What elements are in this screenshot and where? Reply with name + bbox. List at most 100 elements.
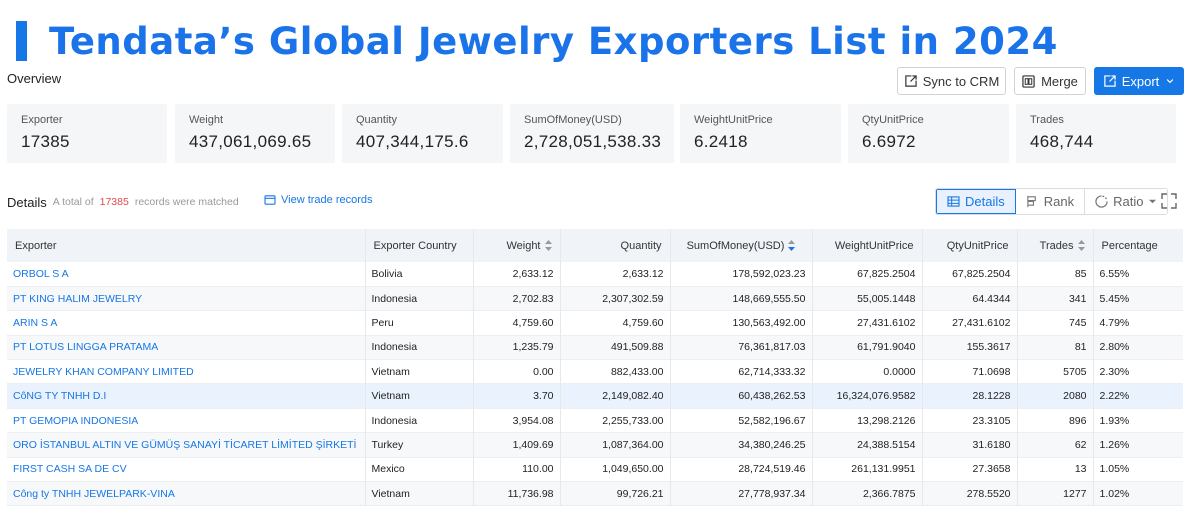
col-qty-unit-price: QtyUnitPrice: [922, 229, 1018, 262]
export-icon: [1103, 74, 1116, 87]
rank-icon: [1027, 195, 1036, 208]
overview-label: Overview: [7, 71, 62, 86]
weight-cell: 3,954.08: [473, 408, 561, 433]
trades-cell: 341: [1017, 286, 1094, 311]
exporter-name-link[interactable]: CôNG TY TNHH D.I: [7, 383, 366, 409]
stat-label: Exporter: [21, 114, 63, 126]
weight-cell: 110.00: [473, 457, 561, 482]
table-row[interactable]: ARIN S A Peru 4,759.60 4,759.60 130,563,492.…: [7, 310, 1183, 336]
sum-of-money-cell: 60,438,262.53: [670, 383, 813, 409]
exporter-name-link[interactable]: FIRST CASH SA DE CV: [7, 457, 366, 482]
quantity-cell: 99,726.21: [560, 481, 671, 506]
trades-cell: 62: [1017, 432, 1094, 458]
trades-cell: 745: [1017, 310, 1094, 336]
quantity-cell: 2,633.12: [560, 262, 671, 287]
sort-icon: [1077, 240, 1085, 252]
stat-label: QtyUnitPrice: [862, 114, 924, 126]
trades-cell: 81: [1017, 335, 1094, 360]
qty-unit-price-cell: 155.3617: [922, 335, 1018, 360]
table-row[interactable]: JEWELRY KHAN COMPANY LIMITED Vietnam 0.00 8…: [7, 359, 1183, 384]
country-cell: Peru: [365, 310, 474, 336]
trades-cell: 85: [1017, 262, 1094, 287]
stat-value: 6.6972: [862, 132, 916, 151]
table-icon: [947, 196, 960, 207]
merge-button[interactable]: Merge: [1014, 67, 1086, 95]
table-row[interactable]: Công ty TNHH JEWELPARK-VINA Vietnam 11,736…: [7, 481, 1183, 506]
stat-card-quantity: Quantity 407,344,175.6: [342, 104, 503, 163]
tab-ratio[interactable]: Ratio: [1085, 189, 1168, 214]
exporter-name-link[interactable]: PT GEMOPIA INDONESIA: [7, 408, 366, 433]
stat-value: 2,728,051,538.33: [524, 132, 662, 151]
country-cell: Mexico: [365, 457, 474, 482]
tab-rank[interactable]: Rank: [1015, 189, 1086, 214]
table-row[interactable]: ORO İSTANBUL ALTIN VE GÜMÜŞ SANAYİ TİCAR…: [7, 432, 1183, 458]
sync-icon: [904, 74, 917, 87]
weight-cell: 1,235.79: [473, 335, 561, 360]
stat-card-sum-of-money: SumOfMoney(USD) 2,728,051,538.33: [510, 104, 674, 163]
exporter-name-link[interactable]: ORO İSTANBUL ALTIN VE GÜMÜŞ SANAYİ TİCAR…: [7, 432, 366, 458]
stat-value: 6.2418: [694, 132, 748, 151]
tab-details[interactable]: Details: [936, 189, 1016, 214]
sum-of-money-cell: 148,669,555.50: [670, 286, 813, 311]
quantity-cell: 2,307,302.59: [560, 286, 671, 311]
view-trade-records-link[interactable]: View trade records: [264, 194, 373, 206]
table-row[interactable]: CôNG TY TNHH D.I Vietnam 3.70 2,149,082.40 6…: [7, 383, 1183, 409]
table-row[interactable]: FIRST CASH SA DE CV Mexico 110.00 1,049,650…: [7, 457, 1183, 482]
col-sum-of-money[interactable]: SumOfMoney(USD): [670, 229, 813, 262]
sort-icon: [544, 240, 552, 252]
percentage-cell: 1.02%: [1099, 487, 1130, 500]
view-trade-records-label: View trade records: [281, 194, 373, 206]
country-cell: Vietnam: [365, 383, 474, 409]
weight-cell: 2,633.12: [473, 262, 561, 287]
sync-to-crm-button[interactable]: Sync to CRM: [897, 67, 1006, 95]
table-row[interactable]: PT KING HALIM JEWELRY Indonesia 2,702.83 2,…: [7, 286, 1183, 311]
exporter-name-link[interactable]: PT KING HALIM JEWELRY: [7, 286, 366, 311]
stat-card-trades: Trades 468,744: [1016, 104, 1176, 163]
weight-unit-price-cell: 24,388.5154: [812, 432, 923, 458]
tab-details-label: Details: [965, 194, 1005, 209]
percentage-cell: 6.55%: [1099, 267, 1130, 280]
exporter-name-link[interactable]: JEWELRY KHAN COMPANY LIMITED: [7, 359, 366, 384]
col-weight[interactable]: Weight: [473, 229, 561, 262]
sum-of-money-cell: 27,778,937.34: [670, 481, 813, 506]
stat-label: WeightUnitPrice: [694, 114, 773, 126]
exporter-name-link[interactable]: ARIN S A: [7, 310, 366, 336]
stat-label: Weight: [189, 114, 224, 126]
weight-unit-price-cell: 27,431.6102: [812, 310, 923, 336]
records-count: 17385: [99, 196, 129, 208]
merge-icon: [1022, 74, 1035, 88]
caret-down-icon: [1149, 199, 1157, 204]
exporters-table: Exporter Exporter Country Weight Quantit…: [7, 229, 1183, 506]
weight-cell: 0.00: [473, 359, 561, 384]
table-row[interactable]: ORBOL S A Bolivia 2,633.12 2,633.12 178,592,…: [7, 262, 1183, 287]
qty-unit-price-cell: 27,431.6102: [922, 310, 1018, 336]
table-row[interactable]: PT GEMOPIA INDONESIA Indonesia 3,954.08 2,2…: [7, 408, 1183, 433]
stat-value: 17385: [21, 132, 70, 151]
chevron-down-icon: [1167, 79, 1174, 84]
view-switcher: Details Rank Ratio: [935, 188, 1169, 215]
exporter-name-link[interactable]: PT LOTUS LINGGA PRATAMA: [7, 335, 366, 360]
stat-label: Quantity: [356, 114, 397, 126]
percentage-cell: 2.22%: [1099, 390, 1130, 403]
qty-unit-price-cell: 67,825.2504: [922, 262, 1018, 287]
export-button[interactable]: Export: [1094, 67, 1184, 95]
weight-unit-price-cell: 2,366.7875: [812, 481, 923, 506]
sum-of-money-cell: 52,582,196.67: [670, 408, 813, 433]
trades-cell: 896: [1017, 408, 1094, 433]
col-trades[interactable]: Trades: [1017, 229, 1094, 262]
exporter-name-link[interactable]: Công ty TNHH JEWELPARK-VINA: [7, 481, 366, 506]
qty-unit-price-cell: 28.1228: [922, 383, 1018, 409]
table-row[interactable]: PT LOTUS LINGGA PRATAMA Indonesia 1,235.79…: [7, 335, 1183, 360]
weight-unit-price-cell: 0.0000: [812, 359, 923, 384]
card-icon: [264, 195, 276, 205]
percentage-cell: 2.80%: [1099, 341, 1130, 354]
expand-icon[interactable]: [1161, 193, 1177, 209]
weight-cell: 11,736.98: [473, 481, 561, 506]
merge-label: Merge: [1041, 73, 1078, 89]
exporter-name-link[interactable]: ORBOL S A: [7, 262, 366, 287]
col-percentage: Percentage: [1101, 239, 1158, 252]
quantity-cell: 1,049,650.00: [560, 457, 671, 482]
weight-cell: 2,702.83: [473, 286, 561, 311]
weight-unit-price-cell: 261,131.9951: [812, 457, 923, 482]
page-title: Tendata’s Global Jewelry Exporters List …: [49, 19, 1058, 63]
